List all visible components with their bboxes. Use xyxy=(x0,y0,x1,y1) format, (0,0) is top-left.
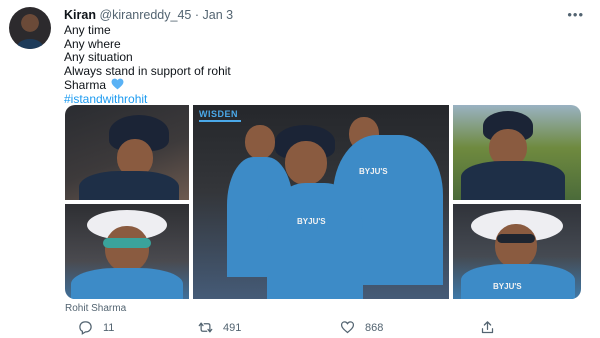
retweet-icon xyxy=(198,322,213,333)
blue-heart-icon xyxy=(111,78,124,90)
retweet-button[interactable]: 491 xyxy=(198,320,241,335)
media-grid[interactable]: WISDEN BYJU'S BYJU'S BYJU'S xyxy=(65,105,581,299)
photo-helmet-adjust[interactable] xyxy=(65,105,189,200)
sunglasses xyxy=(497,234,535,243)
jersey xyxy=(71,268,183,299)
separator-dot: · xyxy=(194,8,200,22)
like-button[interactable]: 868 xyxy=(340,320,383,335)
photo-helmet-field[interactable] xyxy=(453,105,581,200)
tweet-text: Any time Any where Any situation Always … xyxy=(64,23,231,107)
tweet-line: Any situation xyxy=(64,50,133,65)
tweet-line: Any time xyxy=(64,23,111,37)
media-caption: Rohit Sharma xyxy=(65,303,127,314)
author-handle[interactable]: @kiranreddy_45 xyxy=(99,8,191,22)
tweet-header: Kiran @kiranreddy_45 · Jan 3 xyxy=(64,8,233,22)
reply-button[interactable]: 11 xyxy=(78,320,114,335)
tweet-line: Always stand in support of rohit xyxy=(64,63,231,78)
share-icon xyxy=(481,321,494,334)
sponsor-text: BYJU'S xyxy=(359,167,388,176)
face xyxy=(245,125,275,159)
tweet-line: Any where xyxy=(64,36,121,51)
like-icon xyxy=(340,321,355,334)
sponsor-text: BYJU'S xyxy=(297,217,326,226)
reply-count: 11 xyxy=(103,321,115,334)
watermark-logo: WISDEN xyxy=(199,109,238,119)
reply-icon xyxy=(79,321,92,335)
sunglasses xyxy=(103,238,151,248)
retweet-count: 491 xyxy=(223,321,242,334)
tweet-line-last: Sharma xyxy=(64,78,231,93)
tweet-line: Sharma xyxy=(64,78,107,93)
face xyxy=(495,224,537,268)
more-icon[interactable]: ••• xyxy=(567,7,584,22)
face xyxy=(285,141,327,185)
jersey xyxy=(79,171,179,200)
photo-white-hat[interactable] xyxy=(65,204,189,299)
action-bar: 11 491 868 xyxy=(78,320,518,336)
photo-wide-hat[interactable]: BYJU'S xyxy=(453,204,581,299)
photo-team-practice[interactable]: WISDEN BYJU'S BYJU'S xyxy=(193,105,449,299)
author-name[interactable]: Kiran xyxy=(64,8,96,22)
like-count: 868 xyxy=(365,321,384,334)
share-button[interactable] xyxy=(480,320,495,335)
tweet-date[interactable]: Jan 3 xyxy=(203,8,234,22)
jersey xyxy=(267,183,363,299)
face xyxy=(105,226,149,272)
watermark-bar xyxy=(199,120,241,122)
avatar[interactable] xyxy=(9,7,51,49)
jersey xyxy=(461,161,565,200)
sponsor-text: BYJU'S xyxy=(493,282,522,291)
